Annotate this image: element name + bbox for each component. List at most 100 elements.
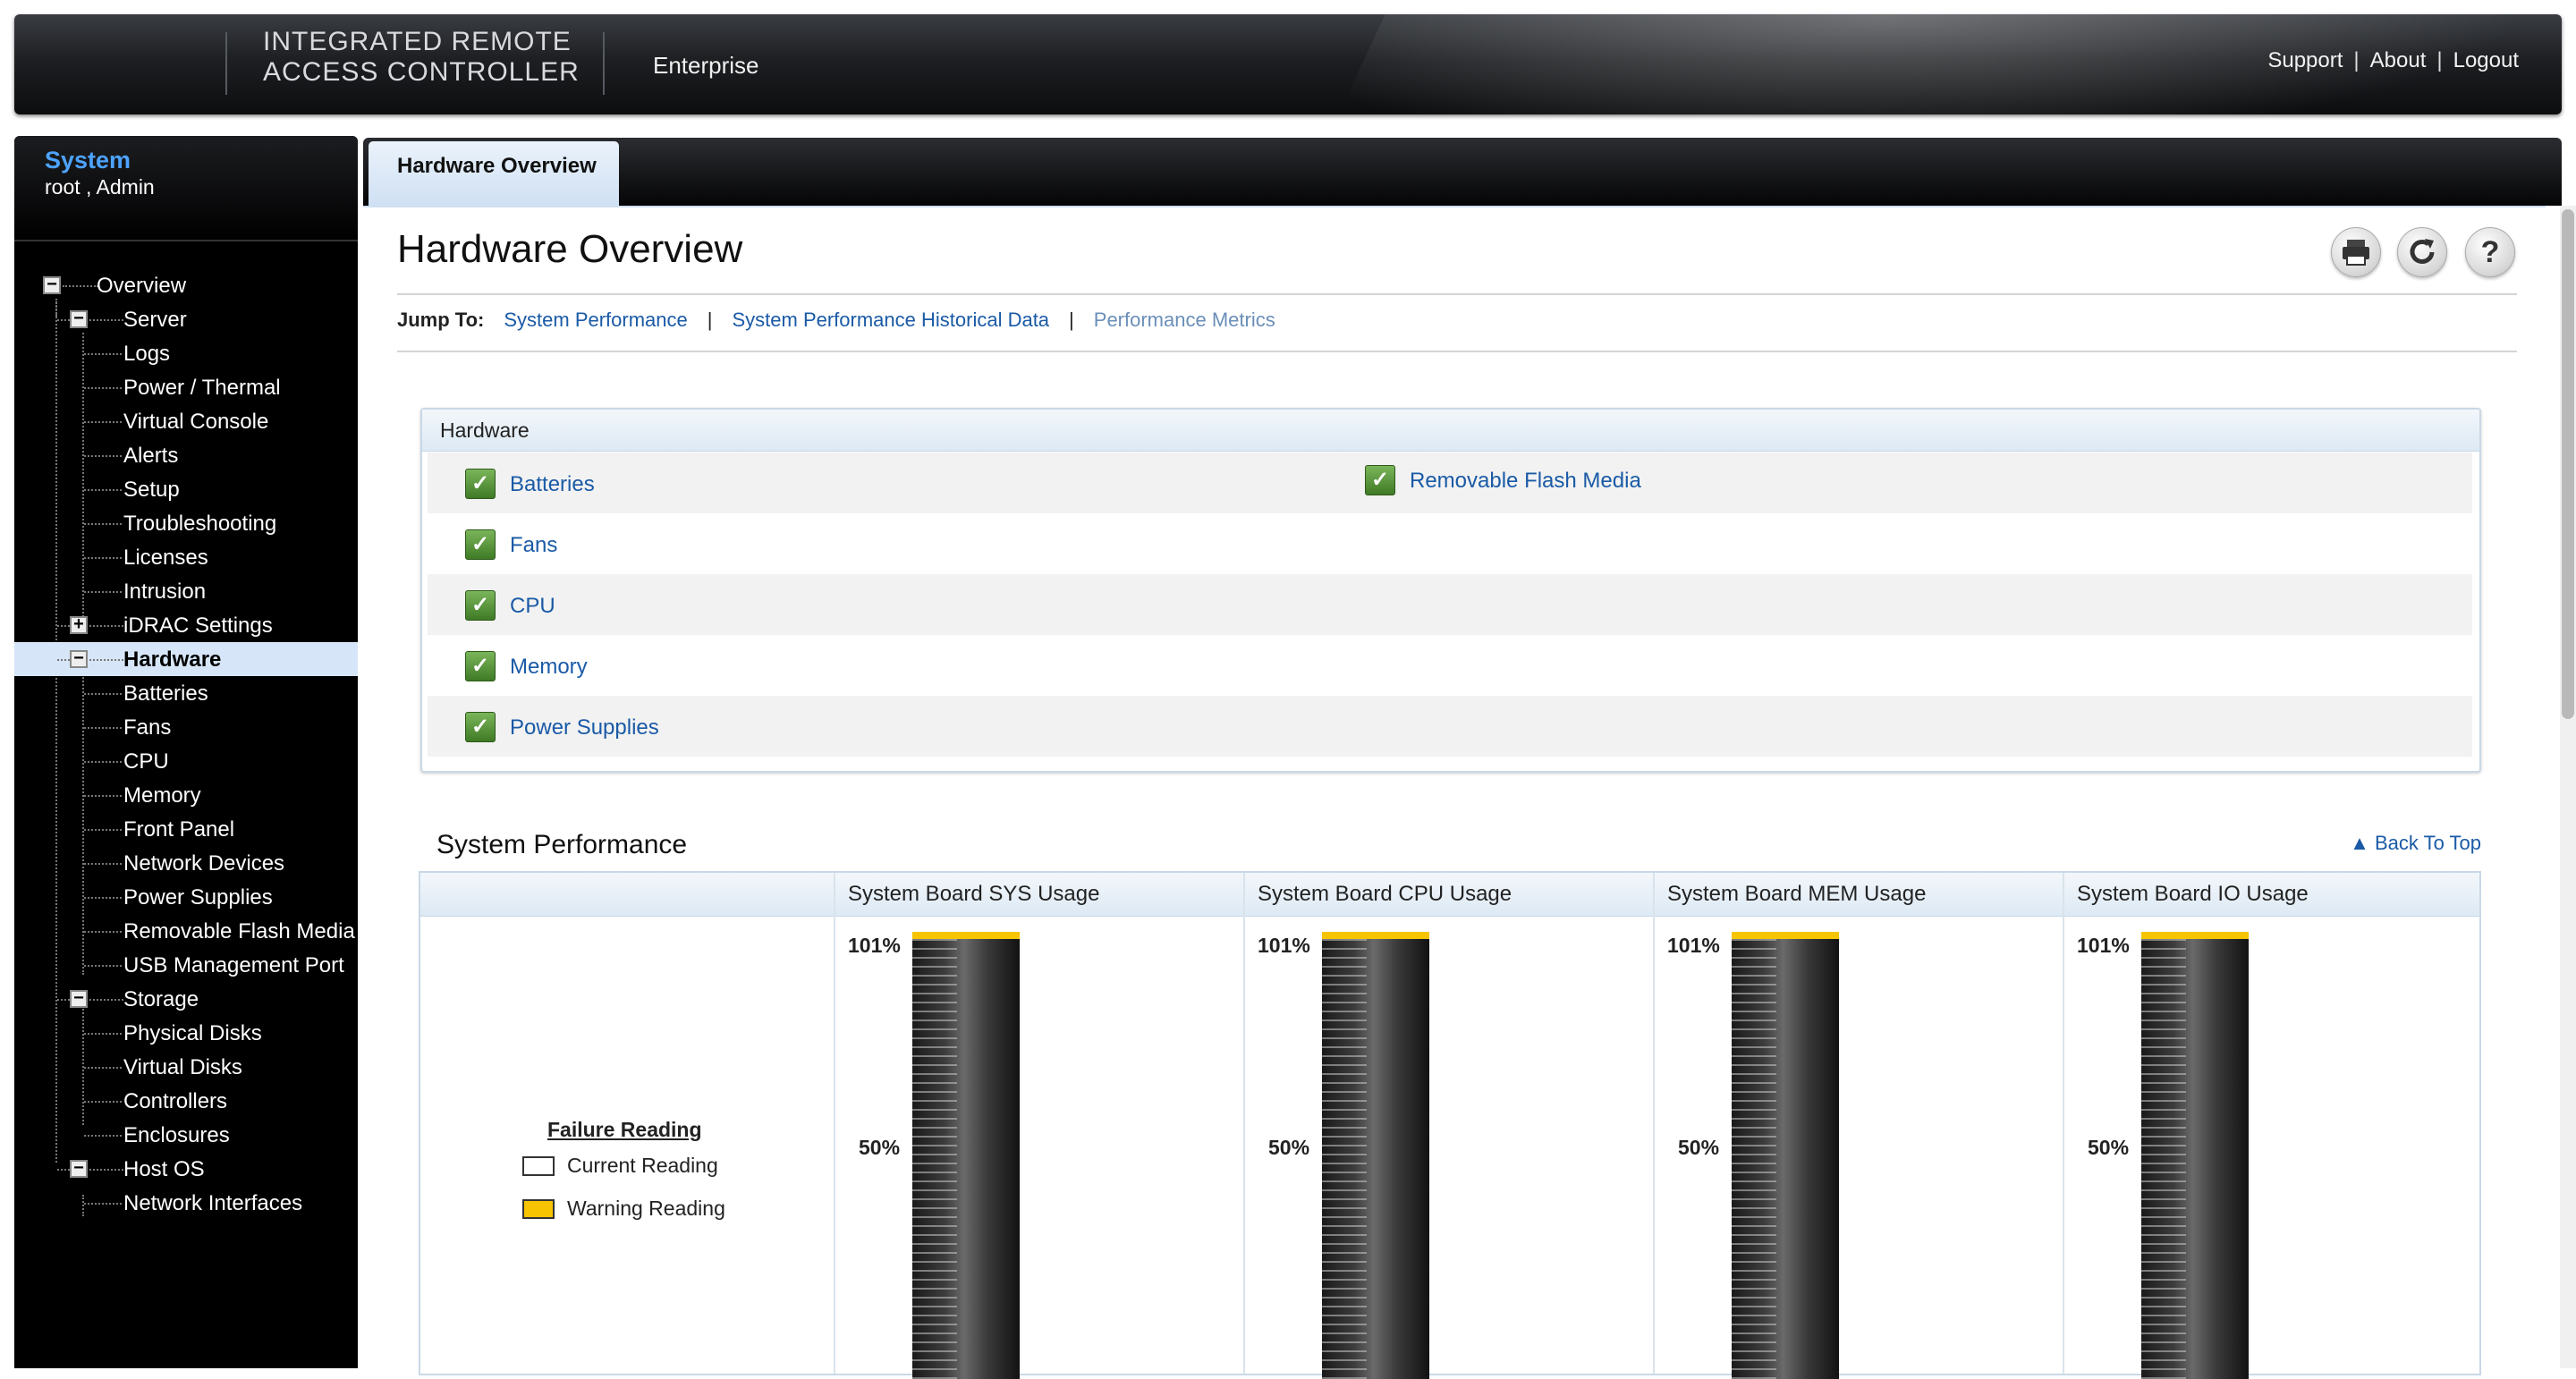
tree-label[interactable]: Power Supplies <box>123 885 273 910</box>
tree-guide <box>89 625 123 627</box>
tree-label[interactable]: Network Devices <box>123 851 284 876</box>
jump-historical-data-link[interactable]: System Performance Historical Data <box>732 309 1049 331</box>
system-info-box: System root , Admin <box>14 136 358 241</box>
tree-label[interactable]: Power / Thermal <box>123 376 281 401</box>
back-to-top-link[interactable]: ▲ Back To Top <box>2350 832 2481 855</box>
tree-guide <box>84 863 122 865</box>
tree-label[interactable]: Hardware <box>123 647 221 673</box>
hardware-link-fans[interactable]: Fans <box>510 533 557 558</box>
tree-node-intrusion[interactable]: Intrusion <box>14 574 358 608</box>
scrollbar-thumb[interactable] <box>2562 209 2574 719</box>
tree-label[interactable]: Troubleshooting <box>123 512 276 537</box>
legend-warning-label: Warning Reading <box>567 1197 725 1220</box>
brand-line-1: INTEGRATED REMOTE <box>263 27 572 56</box>
hardware-link-cpu[interactable]: CPU <box>510 594 555 619</box>
tree-label[interactable]: Front Panel <box>123 817 234 842</box>
tree-label[interactable]: Alerts <box>123 444 178 469</box>
hardware-link-memory[interactable]: Memory <box>510 655 588 680</box>
status-ok-icon: ✓ <box>465 590 496 621</box>
tree-node-host-os[interactable]: − Host OS <box>14 1152 358 1186</box>
tree-label[interactable]: Logs <box>123 342 170 367</box>
collapse-icon[interactable]: − <box>43 275 61 294</box>
tree-label[interactable]: Setup <box>123 478 180 503</box>
tree-label[interactable]: USB Management Port <box>123 953 344 978</box>
tree-node-memory[interactable]: Memory <box>14 778 358 812</box>
hardware-panel-header: Hardware <box>422 410 2479 452</box>
tree-node-physical-disks[interactable]: Physical Disks <box>14 1016 358 1050</box>
tree-node-controllers[interactable]: Controllers <box>14 1084 358 1118</box>
tree-label[interactable]: Overview <box>97 274 186 299</box>
hardware-row: ✓ Batteries ✓ Removable Flash Media <box>428 453 2472 513</box>
tree-node-troubleshooting[interactable]: Troubleshooting <box>14 506 358 540</box>
tree-node-batteries[interactable]: Batteries <box>14 676 358 710</box>
tree-node-virtual-disks[interactable]: Virtual Disks <box>14 1050 358 1084</box>
tab-label: Hardware Overview <box>397 154 597 178</box>
hardware-link-removable-flash-media[interactable]: Removable Flash Media <box>1410 469 1641 494</box>
tree-node-front-panel[interactable]: Front Panel <box>14 812 358 846</box>
hardware-link-power-supplies[interactable]: Power Supplies <box>510 715 659 740</box>
tree-guide <box>84 829 122 831</box>
collapse-icon[interactable]: − <box>70 309 88 328</box>
tree-node-power-supplies[interactable]: Power Supplies <box>14 880 358 914</box>
collapse-icon[interactable]: − <box>70 649 88 668</box>
tree-label[interactable]: Removable Flash Media <box>123 919 355 944</box>
support-link[interactable]: Support <box>2267 48 2343 72</box>
tree-node-storage[interactable]: − Storage <box>14 982 358 1016</box>
tree-node-overview[interactable]: − Overview <box>14 268 358 302</box>
tree-node-hardware[interactable]: − Hardware <box>14 642 358 676</box>
tree-label[interactable]: Storage <box>123 987 199 1012</box>
tree-node-cpu[interactable]: CPU <box>14 744 358 778</box>
tree-label[interactable]: Enclosures <box>123 1123 230 1148</box>
logout-link[interactable]: Logout <box>2453 48 2519 72</box>
refresh-glyph <box>2410 239 2435 264</box>
tree-node-setup[interactable]: Setup <box>14 472 358 506</box>
tree-label[interactable]: Licenses <box>123 546 208 571</box>
tree-label[interactable]: Physical Disks <box>123 1021 262 1046</box>
tree-node-logs[interactable]: Logs <box>14 336 358 370</box>
tree-node-alerts[interactable]: Alerts <box>14 438 358 472</box>
jump-performance-metrics-link[interactable]: Performance Metrics <box>1094 309 1275 331</box>
gauge-tick-label: 50% <box>859 1136 901 1159</box>
tree-label[interactable]: Virtual Disks <box>123 1055 242 1080</box>
gauge-mem-usage <box>1732 932 1839 1379</box>
tree-label[interactable]: Memory <box>123 783 201 808</box>
tree-label[interactable]: Batteries <box>123 681 208 706</box>
tree-node-enclosures[interactable]: Enclosures <box>14 1118 358 1152</box>
tree-node-network-devices[interactable]: Network Devices <box>14 846 358 880</box>
header-separator <box>225 32 227 95</box>
tree-label[interactable]: Server <box>123 308 187 333</box>
expand-icon[interactable]: + <box>70 615 88 634</box>
tree-label[interactable]: Intrusion <box>123 580 206 605</box>
tree-node-usb-management-port[interactable]: USB Management Port <box>14 948 358 982</box>
tab-hardware-overview[interactable]: Hardware Overview <box>369 141 619 207</box>
gauge-warning-cap <box>2141 932 2249 939</box>
about-link[interactable]: About <box>2370 48 2427 72</box>
tree-node-virtual-console[interactable]: Virtual Console <box>14 404 358 438</box>
tree-node-fans[interactable]: Fans <box>14 710 358 744</box>
tree-node-idrac-settings[interactable]: + iDRAC Settings <box>14 608 358 642</box>
column-header-mem-usage: System Board MEM Usage <box>1667 882 1927 906</box>
tree-label[interactable]: Virtual Console <box>123 410 268 435</box>
tree-guide <box>84 761 122 763</box>
jump-system-performance-link[interactable]: System Performance <box>504 309 687 331</box>
help-icon[interactable]: ? <box>2465 227 2515 277</box>
printer-icon[interactable] <box>2331 227 2381 277</box>
tree-node-network-interfaces[interactable]: Network Interfaces <box>14 1186 358 1220</box>
hardware-row: ✓ Fans <box>428 513 2472 574</box>
system-title[interactable]: System <box>45 147 131 174</box>
collapse-icon[interactable]: − <box>70 989 88 1008</box>
collapse-icon[interactable]: − <box>70 1159 88 1178</box>
tree-label[interactable]: Fans <box>123 715 171 740</box>
refresh-icon[interactable] <box>2397 227 2447 277</box>
tree-label[interactable]: iDRAC Settings <box>123 613 273 639</box>
tree-label[interactable]: CPU <box>123 749 169 774</box>
tree-node-power-thermal[interactable]: Power / Thermal <box>14 370 358 404</box>
status-ok-icon: ✓ <box>1365 465 1395 495</box>
tree-label[interactable]: Controllers <box>123 1089 227 1114</box>
hardware-link-batteries[interactable]: Batteries <box>510 472 595 497</box>
tree-node-licenses[interactable]: Licenses <box>14 540 358 574</box>
tree-node-server[interactable]: − Server <box>14 302 358 336</box>
tree-label[interactable]: Host OS <box>123 1157 205 1182</box>
tree-label[interactable]: Network Interfaces <box>123 1191 302 1216</box>
tree-node-removable-flash-media[interactable]: Removable Flash Media <box>14 914 358 948</box>
